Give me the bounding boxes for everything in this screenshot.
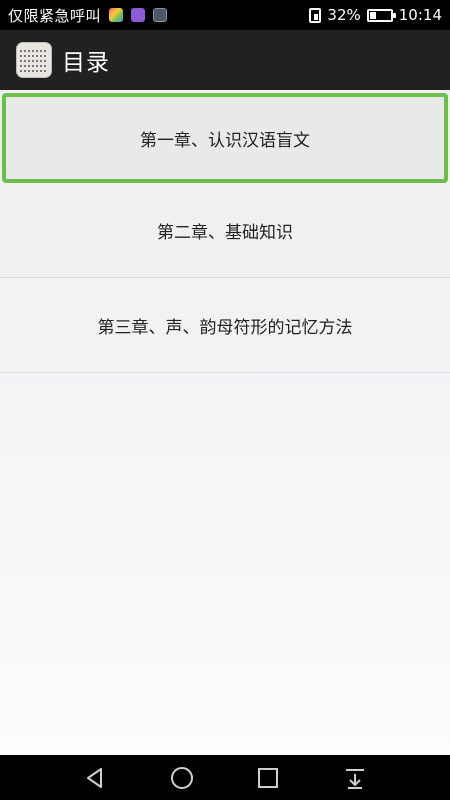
chapter-item-2[interactable]: 第二章、基础知识 — [0, 183, 450, 278]
chapter-label: 第一章、认识汉语盲文 — [140, 130, 310, 151]
chapter-list: 第一章、认识汉语盲文 第二章、基础知识 第三章、声、韵母符形的记忆方法 — [0, 90, 450, 755]
notification-pull-icon — [345, 768, 364, 789]
back-button[interactable] — [75, 758, 115, 798]
chapter-item-3[interactable]: 第三章、声、韵母符形的记忆方法 — [0, 278, 450, 373]
sim-icon — [309, 7, 322, 23]
chapter-item-1[interactable]: 第一章、认识汉语盲文 — [2, 93, 448, 183]
photos-app-icon — [109, 8, 124, 22]
clock: 10:14 — [398, 6, 442, 24]
home-button[interactable] — [162, 758, 202, 798]
battery-percent: 32% — [327, 6, 361, 24]
braille-app-icon — [16, 42, 52, 78]
chapter-label: 第三章、声、韵母符形的记忆方法 — [97, 317, 353, 338]
back-icon — [87, 767, 103, 788]
navigation-bar — [0, 755, 450, 800]
gallery-app-icon — [153, 8, 168, 22]
recents-button[interactable] — [248, 758, 288, 798]
app-bar: 目录 — [0, 30, 450, 90]
notification-pull-button[interactable] — [335, 758, 375, 798]
page-title: 目录 — [62, 50, 110, 76]
purple-app-icon — [131, 8, 146, 22]
status-left: 仅限紧急呼叫 — [8, 5, 168, 26]
chapter-label: 第二章、基础知识 — [157, 222, 293, 243]
battery-icon — [366, 8, 396, 22]
status-bar: 仅限紧急呼叫 32% 10:14 — [0, 0, 450, 30]
status-right: 32% 10:14 — [309, 6, 442, 24]
home-icon — [170, 766, 193, 789]
carrier-text: 仅限紧急呼叫 — [8, 6, 102, 25]
recents-icon — [258, 767, 279, 788]
